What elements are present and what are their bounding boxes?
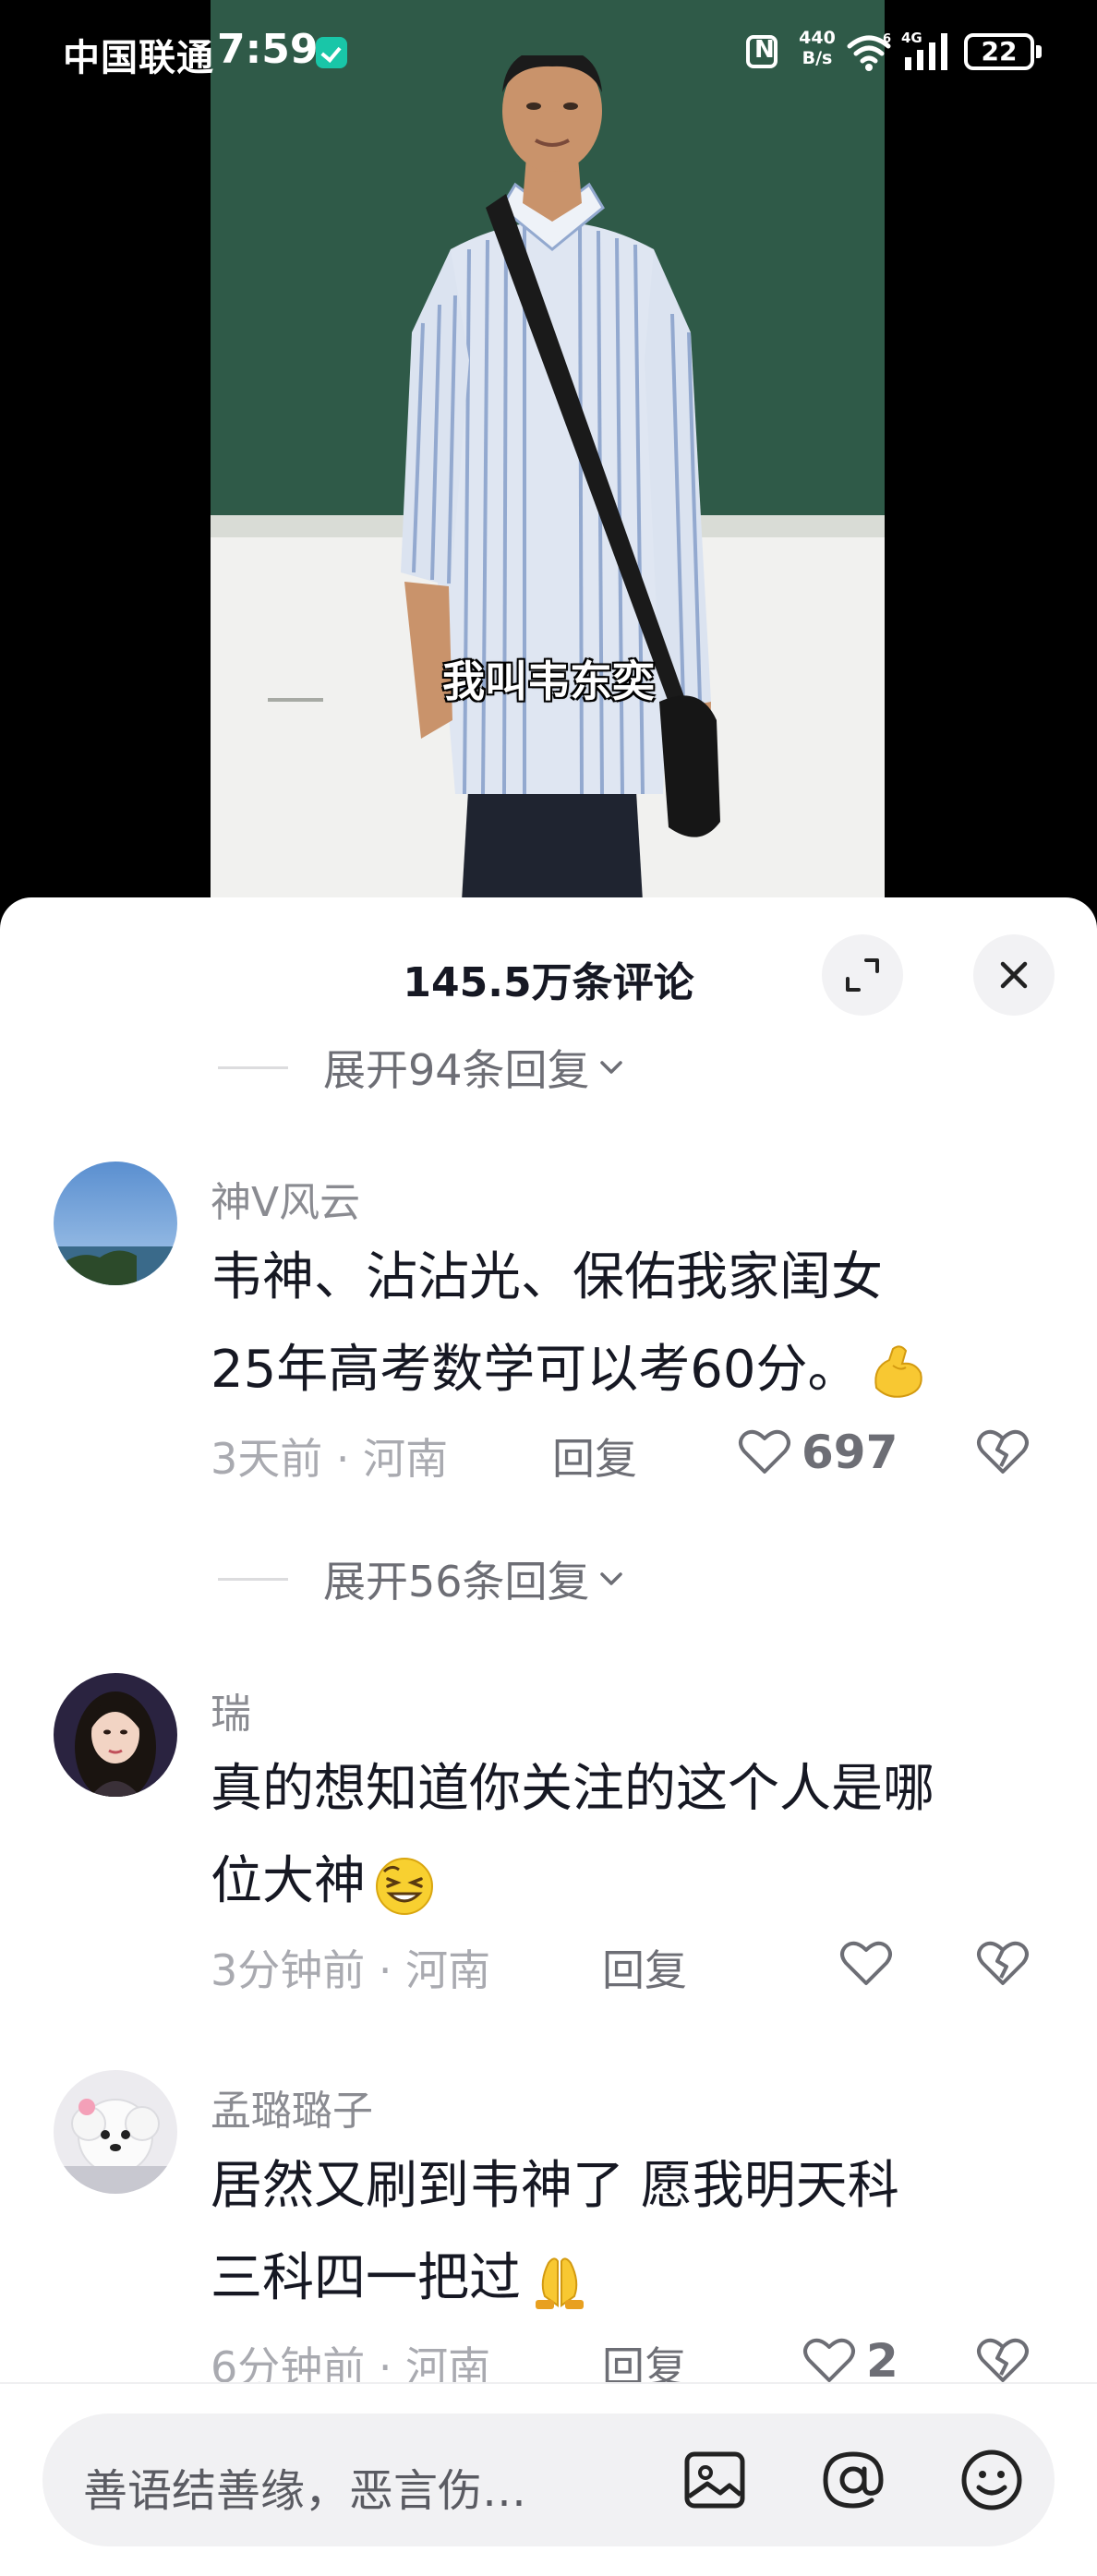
comment-list[interactable]: 展开94条回复 神V风云 韦神、沾沾光、保佑我家闺女 25年高考数学可以考60分… xyxy=(0,897,1097,2382)
cellular-signal-icon: 4G xyxy=(901,30,947,70)
video-caption: 我叫韦东奕 xyxy=(442,656,655,706)
comment-text-line: 真的想知道你关注的这个人是哪 xyxy=(211,1759,934,1819)
person-figure xyxy=(401,55,720,933)
comment-text: 韦神、沾沾光、保佑我家闺女 25年高考数学可以考60分。 xyxy=(211,1232,1042,1416)
flexed-biceps-emoji-icon xyxy=(874,1345,922,1398)
comment-username[interactable]: 瑞 xyxy=(211,1680,251,1739)
chevron-down-icon xyxy=(599,1061,622,1074)
expand-icon xyxy=(846,958,879,992)
network-speed: 440 B/s xyxy=(796,28,838,68)
network-speed-unit: B/s xyxy=(802,48,833,68)
close-icon xyxy=(1000,961,1028,989)
status-bar: 中国联通 7:59 440 B/s 6 4G 22 xyxy=(0,0,1097,102)
comment-count-title: 145.5万条评论 xyxy=(403,959,694,1006)
reply-button[interactable]: 回复 xyxy=(602,1937,687,1998)
heart-icon xyxy=(803,2338,855,2382)
expand-replies-button[interactable]: 展开56条回复 xyxy=(218,1551,627,1607)
chevron-down-icon xyxy=(599,1572,622,1585)
image-icon[interactable] xyxy=(678,2443,752,2517)
reply-button[interactable]: 回复 xyxy=(602,2334,687,2382)
comment-item: 瑞 真的想知道你关注的这个人是哪 位大神 3分钟前 · 河南 回复 xyxy=(0,1673,1097,2024)
comment-username[interactable]: 孟璐璐子 xyxy=(211,2077,373,2137)
network-type-label: 4G xyxy=(901,30,922,46)
comment-input-bar: 善语结善缘，恶言伤… xyxy=(0,2382,1097,2576)
close-button[interactable] xyxy=(973,934,1055,1016)
comment-username[interactable]: 神V风云 xyxy=(211,1169,360,1228)
comment-text-line: 三科四一把过 xyxy=(211,2248,521,2308)
comment-input[interactable]: 善语结善缘，恶言伤… xyxy=(42,2413,1055,2546)
shield-check-icon xyxy=(316,37,347,68)
carrier-name: 中国联通 xyxy=(63,37,214,79)
expand-replies-label: 展开94条回复 xyxy=(323,1045,590,1095)
battery-level: 22 xyxy=(981,36,1018,66)
avatar[interactable] xyxy=(54,1162,177,1285)
video-frame xyxy=(211,0,885,933)
video-player[interactable]: 我叫韦东奕 xyxy=(0,0,1097,933)
comment-text: 真的想知道你关注的这个人是哪 位大神 xyxy=(211,1743,1042,1928)
reply-button[interactable]: 回复 xyxy=(552,1426,637,1487)
heart-icon xyxy=(840,1941,892,1985)
like-count: 697 xyxy=(802,1426,898,1479)
comment-item: 神V风云 韦神、沾沾光、保佑我家闺女 25年高考数学可以考60分。 3天前 · … xyxy=(0,1162,1097,1512)
comment-time-location: 3天前 · 河南 xyxy=(211,1434,449,1484)
comment-sheet: 展开94条回复 神V风云 韦神、沾沾光、保佑我家闺女 25年高考数学可以考60分… xyxy=(0,897,1097,2576)
comment-time-location: 6分钟前 · 河南 xyxy=(211,2342,491,2382)
comment-meta: 3天前 · 河南 回复 697 xyxy=(211,1422,1042,1484)
nfc-icon xyxy=(746,35,778,68)
avatar[interactable] xyxy=(54,1673,177,1797)
expand-replies-label: 展开56条回复 xyxy=(323,1557,590,1607)
comment-input-placeholder: 善语结善缘，恶言伤… xyxy=(83,2465,527,2517)
avatar[interactable] xyxy=(54,2070,177,2194)
clock: 7:59 xyxy=(217,26,319,73)
network-speed-value: 440 xyxy=(799,28,836,48)
divider-line xyxy=(218,1065,288,1069)
emoji-icon[interactable] xyxy=(955,2443,1029,2517)
comment-text-line: 韦神、沾沾光、保佑我家闺女 xyxy=(211,1247,883,1307)
broken-heart-icon[interactable] xyxy=(975,1424,1031,1479)
heart-icon xyxy=(739,1429,790,1474)
comment-text-line: 位大神 xyxy=(211,1851,366,1911)
wifi-icon: 6 xyxy=(847,32,891,71)
battery-icon: 22 xyxy=(964,33,1042,70)
like-count: 2 xyxy=(866,2334,898,2382)
folded-hands-emoji-icon xyxy=(536,2257,584,2309)
comment-time-location: 3分钟前 · 河南 xyxy=(211,1945,491,1995)
wifi-generation-label: 6 xyxy=(883,32,891,46)
comment-text-line: 居然又刷到韦神了 愿我明天科 xyxy=(211,2156,899,2216)
fullscreen-button[interactable] xyxy=(822,934,903,1016)
divider-line xyxy=(218,1577,288,1581)
broken-heart-icon[interactable] xyxy=(975,2332,1031,2382)
comment-text: 居然又刷到韦神了 愿我明天科 三科四一把过 xyxy=(211,2140,1042,2325)
comment-text-line: 25年高考数学可以考60分。 xyxy=(211,1340,860,1400)
squinting-smile-emoji-icon xyxy=(376,1857,433,1915)
comment-item: 孟璐璐子 居然又刷到韦神了 愿我明天科 三科四一把过 6分钟前 · 河南 回复 xyxy=(0,2070,1097,2382)
expand-replies-button[interactable]: 展开94条回复 xyxy=(218,1040,627,1095)
at-mention-icon[interactable] xyxy=(816,2443,890,2517)
broken-heart-icon[interactable] xyxy=(975,1935,1031,1991)
comment-meta: 6分钟前 · 河南 回复 2 xyxy=(211,2330,1042,2382)
comment-meta: 3分钟前 · 河南 回复 xyxy=(211,1933,1042,1995)
